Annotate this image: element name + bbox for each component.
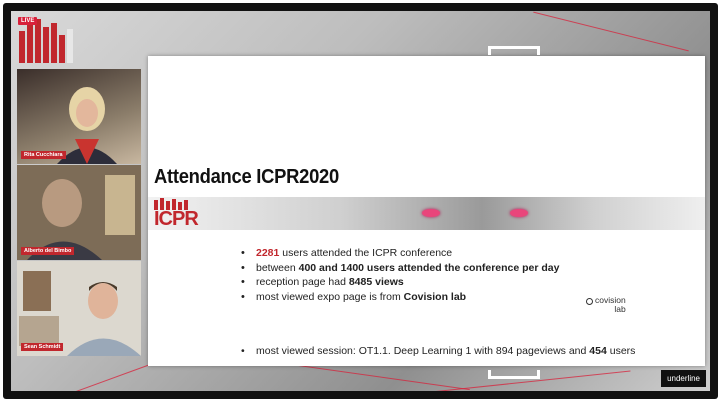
participant-name: Sean Schmidt <box>21 343 64 351</box>
attendance-count: 2281 <box>256 247 280 259</box>
participant-name: Alberto del Bimbo <box>21 247 75 255</box>
presentation-slide: Attendance ICPR2020 ICPR 2281 users atte… <box>148 46 705 379</box>
bullet-text: most viewed session: OT1.1. Deep Learnin… <box>256 345 590 357</box>
covision-ring-icon <box>586 298 593 305</box>
video-player[interactable]: LIVE Rita Cucchiara Alberto del Bimbo Se… <box>3 3 718 399</box>
slide-bracket-bottom <box>488 370 540 379</box>
participant-tile-1[interactable]: Rita Cucchiara <box>17 69 141 164</box>
decor-streak <box>533 11 689 52</box>
participant-tile-2[interactable]: Alberto del Bimbo <box>17 165 141 260</box>
underline-brand-logo: underline <box>661 370 706 387</box>
decor-eye-right <box>510 209 528 217</box>
slide-bracket-top <box>488 46 540 55</box>
participant-video <box>17 165 141 260</box>
session-bullet: most viewed session: OT1.1. Deep Learnin… <box>241 345 636 357</box>
icpr-logo: ICPR <box>154 198 202 230</box>
bullet-emphasis: 8485 views <box>348 276 404 288</box>
bullet-item: between 400 and 1400 users attended the … <box>238 261 559 276</box>
bullet-text: between <box>256 261 299 274</box>
bullet-emphasis: 454 <box>589 345 607 357</box>
icpr-logo-text: ICPR <box>154 208 199 230</box>
live-badge: LIVE <box>18 17 38 25</box>
bullet-text: most viewed expo page is from <box>256 290 404 303</box>
participant-video <box>17 261 141 356</box>
slide-bullet-list: 2281 users attended the ICPR conference … <box>238 246 559 304</box>
participant-name: Rita Cucchiara <box>21 151 66 159</box>
bullet-item: 2281 users attended the ICPR conference <box>238 246 559 261</box>
covision-logo-line1: covision <box>595 295 626 305</box>
conference-stage: LIVE Rita Cucchiara Alberto del Bimbo Se… <box>11 11 710 391</box>
bullet-text: users <box>606 345 636 357</box>
bullet-text: reception page had <box>256 276 349 288</box>
bullet-emphasis: 400 and 1400 users attended the conferen… <box>298 261 560 274</box>
bullet-item: reception page had 8485 views <box>238 275 559 290</box>
covision-logo-line2: lab <box>614 304 626 314</box>
participant-video <box>57 87 117 164</box>
bullet-text: users attended the ICPR conference <box>279 247 453 259</box>
bullet-emphasis: Covision lab <box>403 290 467 303</box>
participant-tile-3[interactable]: Sean Schmidt <box>17 261 141 356</box>
slide-title: Attendance ICPR2020 <box>154 166 339 188</box>
covision-logo: covision lab <box>586 295 626 314</box>
bullet-item: most viewed expo page is from Covision l… <box>238 290 559 305</box>
decor-eye-left <box>422 209 440 217</box>
